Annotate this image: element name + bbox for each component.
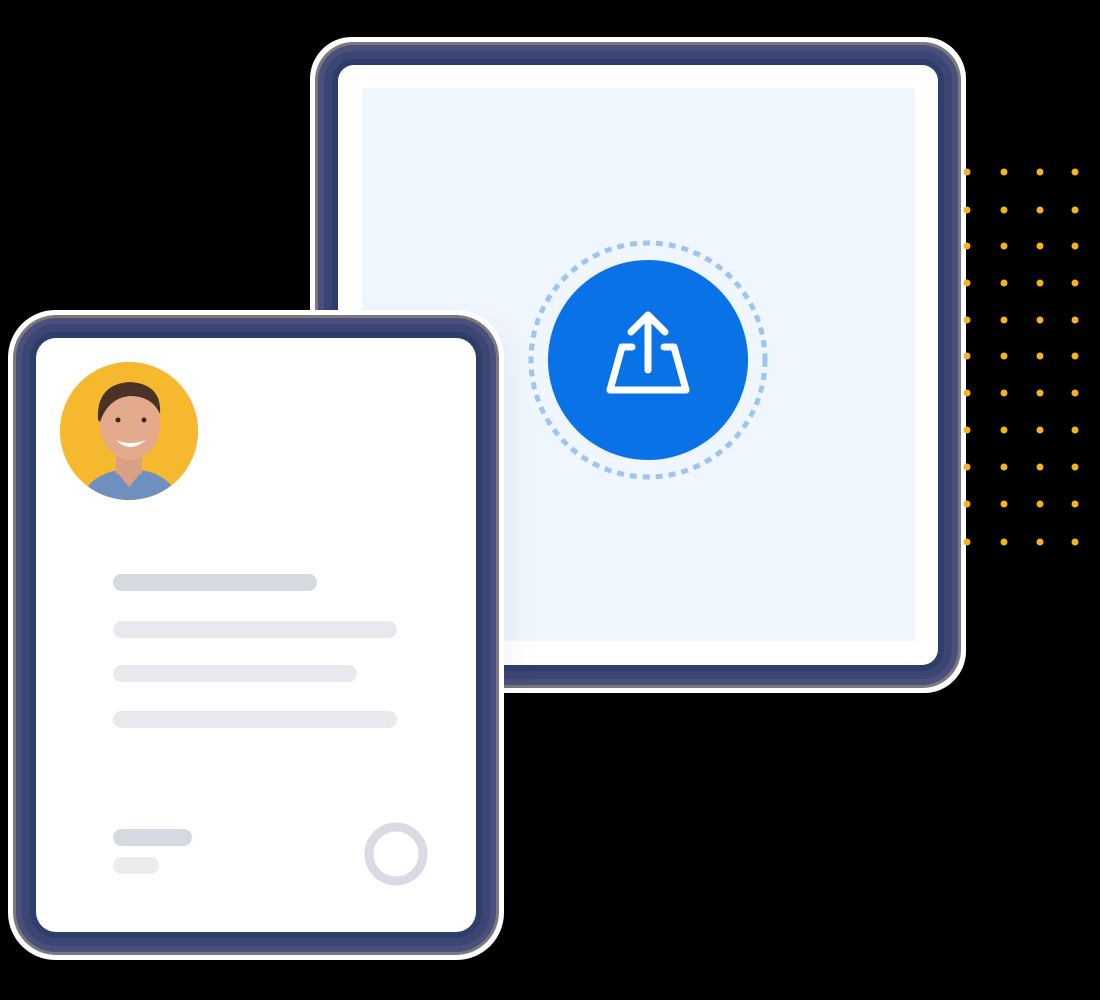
- decorative-dot: [1071, 168, 1079, 176]
- decorative-dot: [1071, 538, 1079, 546]
- person-photo: [60, 362, 198, 500]
- decorative-dot: [1000, 389, 1008, 397]
- decorative-dot: [1071, 500, 1079, 508]
- decorative-dot: [963, 426, 971, 434]
- avatar: [60, 362, 198, 500]
- decorative-dot: [1036, 389, 1044, 397]
- decorative-dot: [963, 168, 971, 176]
- decorative-dot: [963, 316, 971, 324]
- decorative-dot: [1036, 279, 1044, 287]
- profile-card: [36, 338, 476, 932]
- decorative-dot: [1000, 463, 1008, 471]
- decorative-dot: [963, 500, 971, 508]
- text-line-placeholder: [113, 711, 397, 728]
- decorative-dot: [1000, 426, 1008, 434]
- decorative-dot: [1071, 316, 1079, 324]
- decorative-dot: [1071, 352, 1079, 360]
- decorative-dot: [963, 463, 971, 471]
- decorative-dot: [963, 279, 971, 287]
- decorative-dot: [1071, 279, 1079, 287]
- title-placeholder: [113, 574, 317, 591]
- decorative-dot: [963, 352, 971, 360]
- decorative-dot: [1036, 426, 1044, 434]
- decorative-dot: [1036, 242, 1044, 250]
- upload-button[interactable]: [528, 240, 768, 480]
- decorative-dot: [963, 389, 971, 397]
- decorative-dot: [1071, 426, 1079, 434]
- decorative-dot: [1000, 352, 1008, 360]
- decorative-dot: [1071, 242, 1079, 250]
- decorative-dot: [963, 538, 971, 546]
- footer-label-placeholder: [113, 829, 192, 846]
- decorative-dot: [1000, 168, 1008, 176]
- decorative-dot: [1000, 206, 1008, 214]
- decorative-dot: [1071, 463, 1079, 471]
- decorative-dot: [1036, 206, 1044, 214]
- ring-icon[interactable]: [364, 822, 428, 886]
- decorative-dot: [1036, 168, 1044, 176]
- decorative-dot: [1000, 538, 1008, 546]
- decorative-dot: [1036, 352, 1044, 360]
- decorative-dot: [1000, 242, 1008, 250]
- decorative-dot: [1071, 206, 1079, 214]
- decorative-dot: [1036, 316, 1044, 324]
- decorative-dot: [1036, 500, 1044, 508]
- decorative-dot: [1000, 279, 1008, 287]
- text-line-placeholder: [113, 621, 397, 638]
- dot-grid-decoration: [963, 168, 1079, 546]
- decorative-dot: [1000, 500, 1008, 508]
- decorative-dot: [963, 242, 971, 250]
- decorative-dot: [1036, 463, 1044, 471]
- decorative-dot: [963, 206, 971, 214]
- decorative-dot: [1000, 316, 1008, 324]
- decorative-dot: [1071, 389, 1079, 397]
- decorative-dot: [1036, 538, 1044, 546]
- text-line-placeholder: [113, 665, 357, 682]
- footer-sublabel-placeholder: [113, 857, 159, 874]
